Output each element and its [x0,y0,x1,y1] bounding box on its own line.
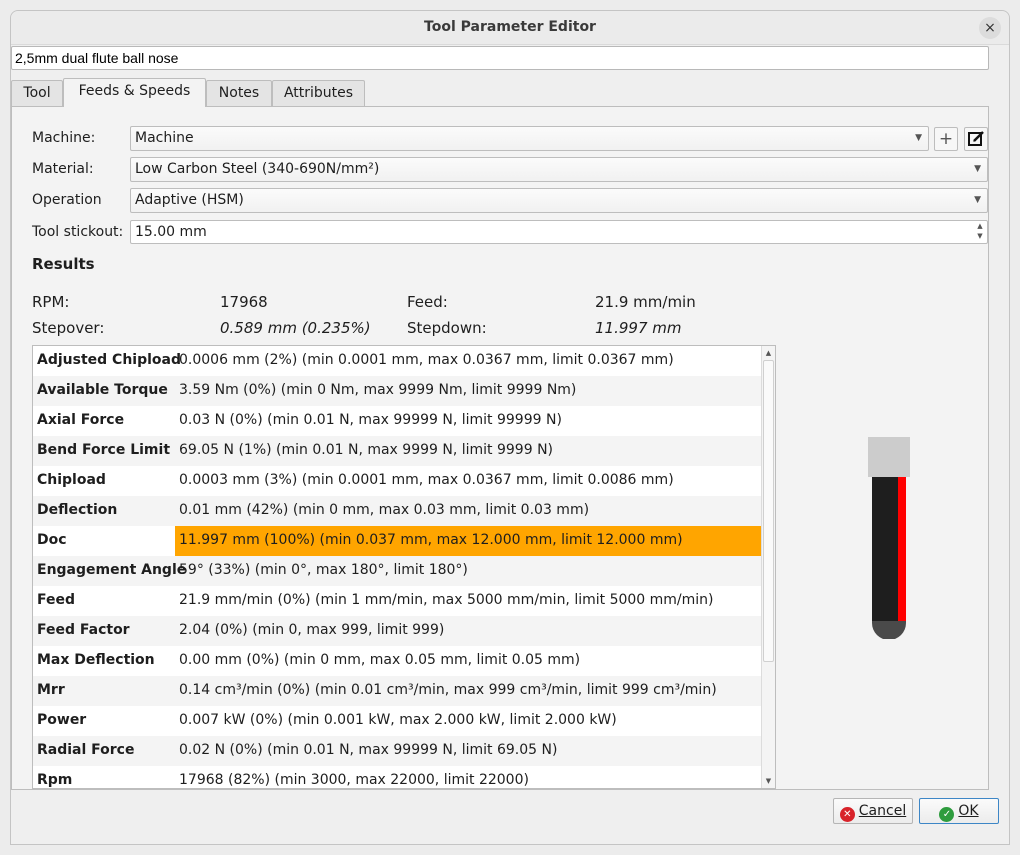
row-value: 3.59 Nm (0%) (min 0 Nm, max 9999 Nm, lim… [179,382,577,398]
stepdown-label: Stepdown: [407,319,487,337]
stepdown-value: 11.997 mm [595,319,682,337]
tab-tool[interactable]: Tool [11,80,63,106]
feed-label: Feed: [407,293,448,311]
material-label: Material: [32,161,94,177]
row-value: 17968 (82%) (min 3000, max 22000, limit … [179,772,529,788]
row-key: Max Deflection [37,652,155,668]
feeds-speeds-panel: Machine: Machine ▼ + Material: Low Carbo… [11,106,989,790]
chevron-down-icon: ▼ [915,133,922,143]
machine-select[interactable]: Machine ▼ [130,126,929,151]
close-button[interactable]: × [979,17,1001,39]
row-key: Engagement Angle [37,562,187,578]
tab-attributes[interactable]: Attributes [272,80,365,106]
table-row[interactable]: Chipload 0.0003 mm (3%) (min 0.0001 mm, m… [33,466,761,496]
table-row[interactable]: Power 0.007 kW (0%) (min 0.001 kW, max 2.… [33,706,761,736]
row-key: Deflection [37,502,118,518]
operation-select[interactable]: Adaptive (HSM) ▼ [130,188,988,213]
plus-icon: + [938,129,954,149]
edit-icon [968,131,984,146]
material-value: Low Carbon Steel (340-690N/mm²) [135,161,380,177]
row-key: Doc [37,532,67,548]
table-row[interactable]: Rpm 17968 (82%) (min 3000, max 22000, lim… [33,766,761,788]
cancel-icon: ✕ [839,807,855,822]
row-value: 2.04 (0%) (min 0, max 999, limit 999) [179,622,445,638]
stickout-label: Tool stickout: [32,224,124,240]
tab-feeds-speeds[interactable]: Feeds & Speeds [63,78,206,107]
operation-value: Adaptive (HSM) [135,192,244,208]
table-row[interactable]: Bend Force Limit 69.05 N (1%) (min 0.01 N… [33,436,761,466]
edit-machine-button[interactable] [964,127,988,151]
row-value: 0.03 N (0%) (min 0.01 N, max 99999 N, li… [179,412,562,428]
table-row[interactable]: Engagement Angle 59° (33%) (min 0°, max 1… [33,556,761,586]
tab-notes[interactable]: Notes [206,80,272,106]
stepover-value: 0.589 mm (0.235%) [220,319,371,337]
results-table[interactable]: Adjusted Chipload 0.0006 mm (2%) (min 0.0… [32,345,776,789]
row-key: Feed Factor [37,622,130,638]
row-key: Mrr [37,682,65,698]
table-row[interactable]: Axial Force 0.03 N (0%) (min 0.01 N, max … [33,406,761,436]
row-value: 0.02 N (0%) (min 0.01 N, max 99999 N, li… [179,742,558,758]
window-title: Tool Parameter Editor [424,19,596,35]
stickout-value: 15.00 mm [135,224,207,240]
rpm-label: RPM: [32,293,70,311]
results-heading: Results [32,255,95,273]
table-row[interactable]: Mrr 0.14 cm³/min (0%) (min 0.01 cm³/min, … [33,676,761,706]
cancel-button[interactable]: ✕ Cancel [833,798,913,824]
row-key: Power [37,712,87,728]
row-key: Feed [37,592,76,608]
row-value: 0.007 kW (0%) (min 0.001 kW, max 2.000 k… [179,712,617,728]
spin-arrows[interactable]: ▲ ▼ [973,221,987,243]
tool-shank [868,437,910,477]
rpm-value: 17968 [220,293,268,311]
tool-engagement [898,477,906,621]
row-key: Radial Force [37,742,135,758]
scroll-thumb[interactable] [763,360,774,662]
title-bar: Tool Parameter Editor × [11,11,1009,45]
operation-label: Operation [32,192,102,208]
vertical-scrollbar[interactable]: ▲ ▼ [761,346,775,788]
row-value: 11.997 mm (100%) (min 0.037 mm, max 12.0… [175,526,761,556]
row-value: 59° (33%) (min 0°, max 180°, limit 180°) [179,562,468,578]
feed-value: 21.9 mm/min [595,293,696,311]
tool-preview [868,437,910,639]
row-value: 0.0003 mm (3%) (min 0.0001 mm, max 0.036… [179,472,674,488]
row-key: Adjusted Chipload [37,352,181,368]
table-row[interactable]: Available Torque 3.59 Nm (0%) (min 0 Nm, … [33,376,761,406]
row-value: 0.01 mm (42%) (min 0 mm, max 0.03 mm, li… [179,502,590,518]
table-row[interactable]: Deflection 0.01 mm (42%) (min 0 mm, max 0… [33,496,761,526]
stickout-input[interactable]: 15.00 mm ▲ ▼ [130,220,988,244]
chevron-down-icon: ▼ [974,195,981,205]
ok-button[interactable]: ✓ OK [919,798,999,824]
table-row[interactable]: Feed 21.9 mm/min (0%) (min 1 mm/min, max … [33,586,761,616]
row-value: 0.00 mm (0%) (min 0 mm, max 0.05 mm, lim… [179,652,581,668]
table-row[interactable]: Max Deflection 0.00 mm (0%) (min 0 mm, ma… [33,646,761,676]
machine-value: Machine [135,130,194,146]
chevron-down-icon: ▼ [974,164,981,174]
row-value: 0.14 cm³/min (0%) (min 0.01 cm³/min, max… [179,682,717,698]
table-row[interactable]: Doc 11.997 mm (100%) (min 0.037 mm, max 1… [33,526,761,556]
machine-label: Machine: [32,130,96,146]
table-row[interactable]: Radial Force 0.02 N (0%) (min 0.01 N, max… [33,736,761,766]
row-key: Chipload [37,472,106,488]
check-icon: ✓ [939,807,955,822]
table-row[interactable]: Adjusted Chipload 0.0006 mm (2%) (min 0.0… [33,346,761,376]
row-key: Available Torque [37,382,168,398]
stepover-label: Stepover: [32,319,105,337]
scroll-up-icon[interactable]: ▲ [762,346,775,360]
ok-label: OK [958,803,979,819]
material-select[interactable]: Low Carbon Steel (340-690N/mm²) ▼ [130,157,988,182]
row-key: Axial Force [37,412,125,428]
table-row[interactable]: Feed Factor 2.04 (0%) (min 0, max 999, li… [33,616,761,646]
row-value: 21.9 mm/min (0%) (min 1 mm/min, max 5000… [179,592,714,608]
row-value: 0.0006 mm (2%) (min 0.0001 mm, max 0.036… [179,352,674,368]
row-value: 69.05 N (1%) (min 0.01 N, max 9999 N, li… [179,442,554,458]
add-machine-button[interactable]: + [934,127,958,151]
row-key: Rpm [37,772,73,788]
cancel-label: Cancel [858,803,907,819]
tool-tip [872,621,906,639]
row-key: Bend Force Limit [37,442,171,458]
tool-name-input[interactable] [11,46,989,70]
scroll-down-icon[interactable]: ▼ [762,774,775,788]
